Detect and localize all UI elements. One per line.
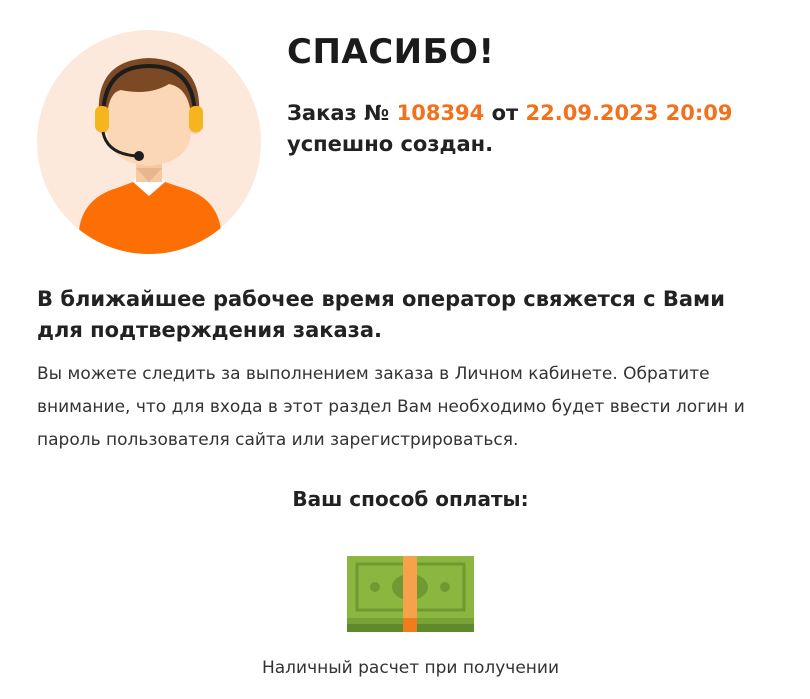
order-prefix: Заказ № [287, 101, 390, 125]
order-summary: Заказ № 108394 от 22.09.2023 20:09 успеш… [287, 98, 787, 160]
operator-notice: В ближайшее рабочее время оператор свяже… [37, 287, 725, 342]
account-info-text: Вы можете следить за выполнением заказа … [37, 364, 745, 450]
operator-headset-icon [37, 30, 261, 254]
order-status: успешно создан. [287, 132, 494, 156]
order-from-word: от [491, 101, 519, 125]
payment-heading: Ваш способ оплаты: [292, 487, 529, 511]
payment-method-label: Наличный расчет при получении [261, 658, 560, 678]
order-datetime: 22.09.2023 20:09 [525, 101, 733, 125]
cash-banknotes-icon [347, 556, 474, 632]
order-number: 108394 [396, 101, 485, 125]
page-title: СПАСИБО! [287, 32, 495, 72]
